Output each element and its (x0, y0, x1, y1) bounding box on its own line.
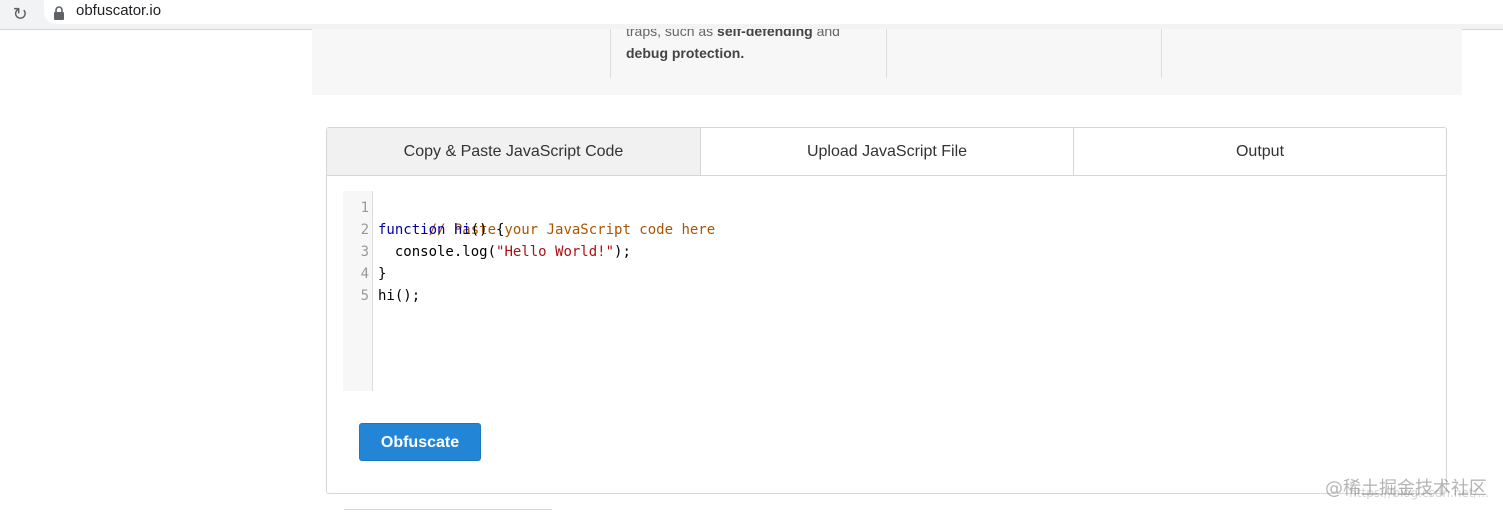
line-number: 5 (360, 288, 369, 304)
line-number: 4 (360, 266, 369, 282)
watermark: @稀土掘金技术社区 (1325, 478, 1487, 499)
feature-divider (610, 29, 611, 78)
code-line[interactable]: hi(); (378, 285, 420, 307)
line-number: 3 (360, 244, 369, 260)
feature-text-bold: self-defending (717, 29, 813, 39)
feature-strip: traps, such as self-defending and debug … (312, 29, 1462, 95)
browser-address-bar: ↻ obfuscator.io (0, 0, 1503, 30)
tab-copy-paste[interactable]: Copy & Paste JavaScript Code (327, 128, 700, 175)
feature-divider (886, 29, 887, 78)
line-number-gutter: 1 2 3 4 5 (343, 191, 373, 391)
code-string: "Hello World!" (496, 244, 615, 260)
code-text: () { (470, 222, 505, 238)
code-keyword: function (378, 222, 446, 238)
url-text[interactable]: obfuscator.io (76, 2, 161, 20)
line-number: 2 (360, 222, 369, 238)
code-text: ); (614, 244, 631, 260)
tab-output[interactable]: Output (1073, 128, 1446, 175)
obfuscate-button[interactable]: Obfuscate (359, 423, 481, 461)
feature-text-part: , such as (657, 29, 718, 39)
obfuscator-panel: Copy & Paste JavaScript Code Upload Java… (326, 127, 1447, 494)
tab-upload[interactable]: Upload JavaScript File (700, 128, 1073, 175)
code-text: hi(); (378, 288, 421, 304)
feature-divider (1161, 29, 1162, 78)
feature-text-bold: debug protection. (626, 45, 745, 61)
code-text: console.log( (378, 244, 497, 260)
code-text: } (378, 266, 387, 282)
feature-description: traps, such as self-defending and debug … (626, 29, 876, 64)
lock-icon (54, 6, 64, 20)
url-field[interactable] (44, 0, 1503, 24)
line-number: 1 (360, 200, 369, 216)
code-line[interactable]: } (378, 263, 386, 285)
reload-icon[interactable]: ↻ (10, 4, 30, 24)
code-line[interactable]: function hi() { (378, 219, 504, 241)
tab-bar: Copy & Paste JavaScript Code Upload Java… (327, 128, 1446, 176)
code-function-name: hi (453, 222, 471, 238)
feature-text-part: and (812, 29, 840, 39)
code-line[interactable]: console.log("Hello World!"); (378, 241, 631, 263)
code-editor[interactable]: 1 2 3 4 5 // Paste your JavaScript code … (343, 191, 1431, 391)
feature-text-part: traps (626, 29, 658, 39)
